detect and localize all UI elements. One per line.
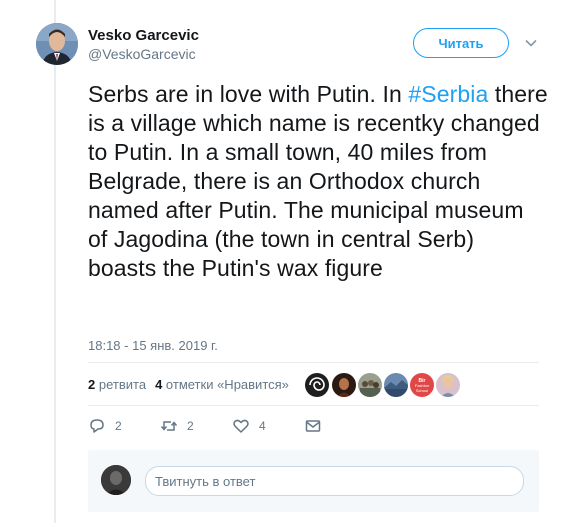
- reply-button[interactable]: 2: [88, 417, 122, 435]
- retweets-count[interactable]: 2: [88, 377, 95, 392]
- chevron-down-icon[interactable]: [524, 36, 538, 50]
- retweet-count: 2: [187, 419, 194, 433]
- current-user-avatar: [101, 465, 131, 495]
- thread-line: [54, 0, 56, 523]
- direct-message-button[interactable]: [304, 417, 322, 435]
- tweet-text: Serbs are in love with Putin. In #Serbia…: [88, 80, 548, 283]
- author-avatar[interactable]: [36, 23, 78, 65]
- like-button[interactable]: 4: [232, 417, 266, 435]
- liker-avatar[interactable]: [332, 373, 356, 397]
- retweets-label[interactable]: ретвита: [99, 377, 146, 392]
- retweet-button[interactable]: 2: [160, 417, 194, 435]
- tweet-timestamp[interactable]: 18:18 - 15 янв. 2019 г.: [88, 338, 218, 353]
- engagement-stats: 2 ретвита 4 отметки «Нравится»: [88, 377, 289, 392]
- retweet-icon: [160, 417, 178, 435]
- heart-icon: [232, 417, 250, 435]
- likes-label[interactable]: отметки «Нравится»: [166, 377, 289, 392]
- svg-text:School: School: [416, 388, 428, 393]
- reply-count: 2: [115, 419, 122, 433]
- divider: [88, 405, 539, 406]
- reply-input[interactable]: [145, 466, 524, 496]
- tweet-text-part: there is a village which name is recentk…: [88, 81, 548, 281]
- divider: [88, 362, 539, 363]
- liker-avatar[interactable]: Bir Fashion School: [410, 373, 434, 397]
- tweet-text-part: Serbs are in love with Putin. In: [88, 81, 409, 107]
- like-count: 4: [259, 419, 266, 433]
- liker-avatar[interactable]: [358, 373, 382, 397]
- author-handle[interactable]: @VeskoGarcevic: [88, 46, 196, 62]
- liker-avatar[interactable]: [436, 373, 460, 397]
- liker-avatar[interactable]: [384, 373, 408, 397]
- hashtag-link[interactable]: #Serbia: [408, 81, 488, 107]
- follow-button[interactable]: Читать: [413, 28, 509, 58]
- liker-avatar[interactable]: [305, 373, 329, 397]
- reply-icon: [88, 417, 106, 435]
- envelope-icon: [304, 417, 322, 435]
- likes-count[interactable]: 4: [155, 377, 162, 392]
- author-name[interactable]: Vesko Garcevic: [88, 27, 199, 44]
